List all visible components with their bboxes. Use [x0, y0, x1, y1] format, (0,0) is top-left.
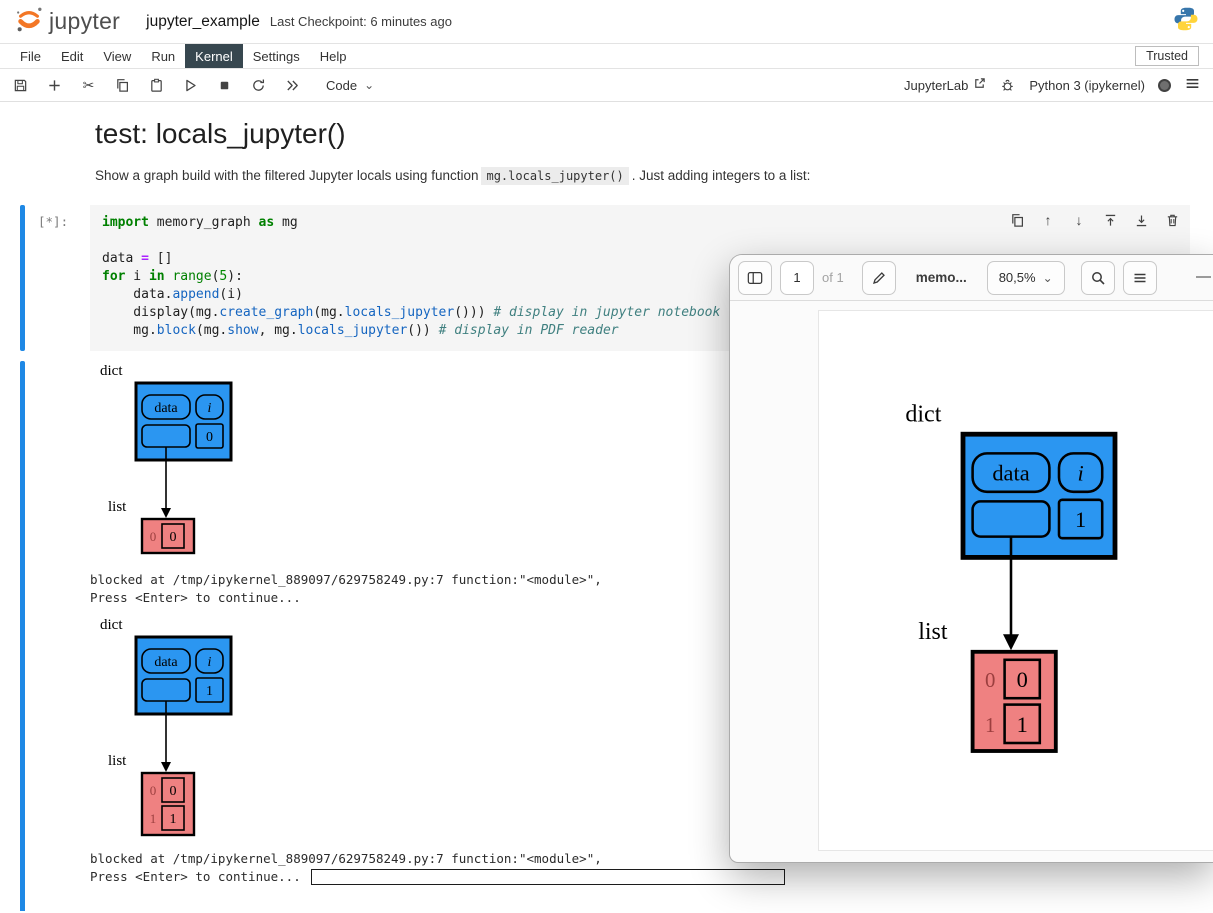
page-number-input[interactable]: 1 [780, 260, 814, 295]
pdf-viewer-window[interactable]: 1 of 1 memo... 80,5% ⌄ — dict data i 1 l… [730, 255, 1213, 862]
cell-execution-prompt: [*]: [38, 214, 69, 229]
dict-value-i: 0 [206, 430, 213, 445]
menu-kernel[interactable]: Kernel [185, 44, 243, 68]
output-indicator-bar [20, 361, 25, 911]
search-button[interactable] [1080, 260, 1115, 295]
memory-graph-output-2: dict data i 1 list 0 0 1 1 [100, 617, 233, 837]
dict-value-i: 1 [1075, 507, 1086, 532]
cell-indicator-bar [20, 205, 25, 351]
duplicate-cell-icon[interactable] [1009, 212, 1025, 228]
dict-key-data: data [154, 401, 178, 416]
minimize-button[interactable]: — [1196, 268, 1211, 285]
interrupt-kernel-icon[interactable] [216, 77, 233, 94]
menu-help[interactable]: Help [310, 44, 357, 68]
dict-key-data: data [154, 655, 178, 670]
menu-button[interactable] [1122, 260, 1157, 295]
list-index-1: 1 [985, 714, 995, 737]
list-index-0: 0 [150, 783, 157, 798]
jupyter-logo[interactable]: jupyter [14, 5, 120, 38]
menu-view[interactable]: View [93, 44, 141, 68]
trusted-button[interactable]: Trusted [1135, 46, 1199, 66]
list-index-1: 1 [150, 811, 157, 826]
notebook-title[interactable]: jupyter_example [146, 13, 260, 31]
external-link-icon [973, 77, 986, 93]
pdf-content-area[interactable]: dict data i 1 list 0 0 1 1 [730, 301, 1213, 861]
markdown-heading: test: locals_jupyter() [95, 118, 346, 149]
cut-icon[interactable]: ✂ [80, 77, 97, 94]
zoom-level: 80,5% [998, 270, 1036, 285]
annotate-button[interactable] [861, 260, 896, 295]
list-value-0: 0 [170, 530, 177, 545]
dict-label: dict [905, 401, 941, 427]
dict-key-data: data [992, 461, 1029, 486]
intro-text-before: Show a graph build with the filtered Jup… [95, 168, 479, 183]
insert-cell-below-icon[interactable] [1133, 212, 1149, 228]
intro-inline-code: mg.locals_jupyter() [481, 167, 629, 185]
list-index-0: 0 [150, 529, 157, 544]
menu-run[interactable]: Run [141, 44, 185, 68]
jupyter-logo-icon [14, 5, 44, 38]
kernel-busy-status-icon [1158, 78, 1171, 92]
menu-edit[interactable]: Edit [51, 44, 93, 68]
top-bar: jupyter jupyter_example Last Checkpoint:… [0, 0, 1213, 44]
jupyter-notebook-app: jupyter jupyter_example Last Checkpoint:… [0, 0, 1213, 913]
pdf-page: dict data i 1 list 0 0 1 1 [818, 310, 1213, 851]
add-cell-icon[interactable] [46, 77, 63, 94]
document-title: memo... [915, 270, 967, 285]
dict-key-i: i [208, 401, 212, 416]
delete-cell-icon[interactable] [1164, 212, 1180, 228]
intro-text-after: . Just adding integers to a list: [631, 168, 811, 183]
list-value-1: 1 [170, 812, 177, 827]
memory-graph-pdf: dict data i 1 list 0 0 1 1 [905, 401, 1118, 753]
dict-key-i: i [1077, 461, 1083, 486]
stdin-input[interactable] [310, 869, 785, 885]
list-label: list [918, 619, 948, 645]
open-in-jupyterlab-link[interactable]: JupyterLab [904, 77, 986, 93]
menu-file[interactable]: File [10, 44, 51, 68]
list-value-0: 0 [1017, 667, 1028, 692]
pdf-toolbar: 1 of 1 memo... 80,5% ⌄ — [730, 255, 1213, 301]
move-cell-up-icon[interactable]: ↑ [1040, 212, 1056, 228]
cell-type-dropdown[interactable]: Code ⌄ [326, 78, 374, 93]
markdown-intro: Show a graph build with the filtered Jup… [95, 167, 1213, 185]
dict-key-i: i [208, 655, 212, 670]
list-label: list [108, 499, 127, 515]
kernel-name-label[interactable]: Python 3 (ipykernel) [1029, 78, 1145, 93]
run-all-cells-icon[interactable] [284, 77, 301, 94]
main-menu-icon[interactable] [1184, 75, 1201, 95]
cell-toolbar: ↑ ↓ [1009, 212, 1180, 228]
list-index-0: 0 [985, 669, 995, 692]
notebook-toolbar: ✂ Code ⌄ JupyterLab Python 3 (ipykernel) [0, 69, 1213, 102]
sidebar-toggle-button[interactable] [738, 260, 772, 295]
save-icon[interactable] [12, 77, 29, 94]
press-enter-line: Press <Enter> to continue... [90, 869, 301, 884]
run-cell-icon[interactable] [182, 77, 199, 94]
dict-label: dict [100, 363, 123, 379]
cell-type-label: Code [326, 77, 358, 93]
memory-graph-output-1: dict data i 0 list 0 0 [100, 363, 233, 555]
copy-icon[interactable] [114, 77, 131, 94]
dict-label: dict [100, 617, 123, 633]
paste-icon[interactable] [148, 77, 165, 94]
list-value-0: 0 [170, 784, 177, 799]
restart-kernel-icon[interactable] [250, 77, 267, 94]
chevron-down-icon: ⌄ [1042, 270, 1053, 285]
insert-cell-above-icon[interactable] [1102, 212, 1118, 228]
menu-settings[interactable]: Settings [243, 44, 310, 68]
chevron-down-icon: ⌄ [364, 78, 375, 92]
jupyter-wordmark: jupyter [49, 8, 121, 34]
python-logo-icon [1173, 6, 1199, 37]
move-cell-down-icon[interactable]: ↓ [1071, 212, 1087, 228]
page-count-label: of 1 [822, 270, 844, 285]
menu-bar: File Edit View Run Kernel Settings Help … [0, 44, 1213, 69]
debugger-icon[interactable] [999, 77, 1016, 94]
dict-value-i: 1 [206, 684, 213, 699]
list-value-1: 1 [1017, 712, 1028, 737]
list-label: list [108, 753, 127, 769]
checkpoint-text: Last Checkpoint: 6 minutes ago [269, 14, 452, 29]
jupyterlab-label: JupyterLab [904, 77, 969, 93]
zoom-dropdown[interactable]: 80,5% ⌄ [986, 260, 1065, 295]
